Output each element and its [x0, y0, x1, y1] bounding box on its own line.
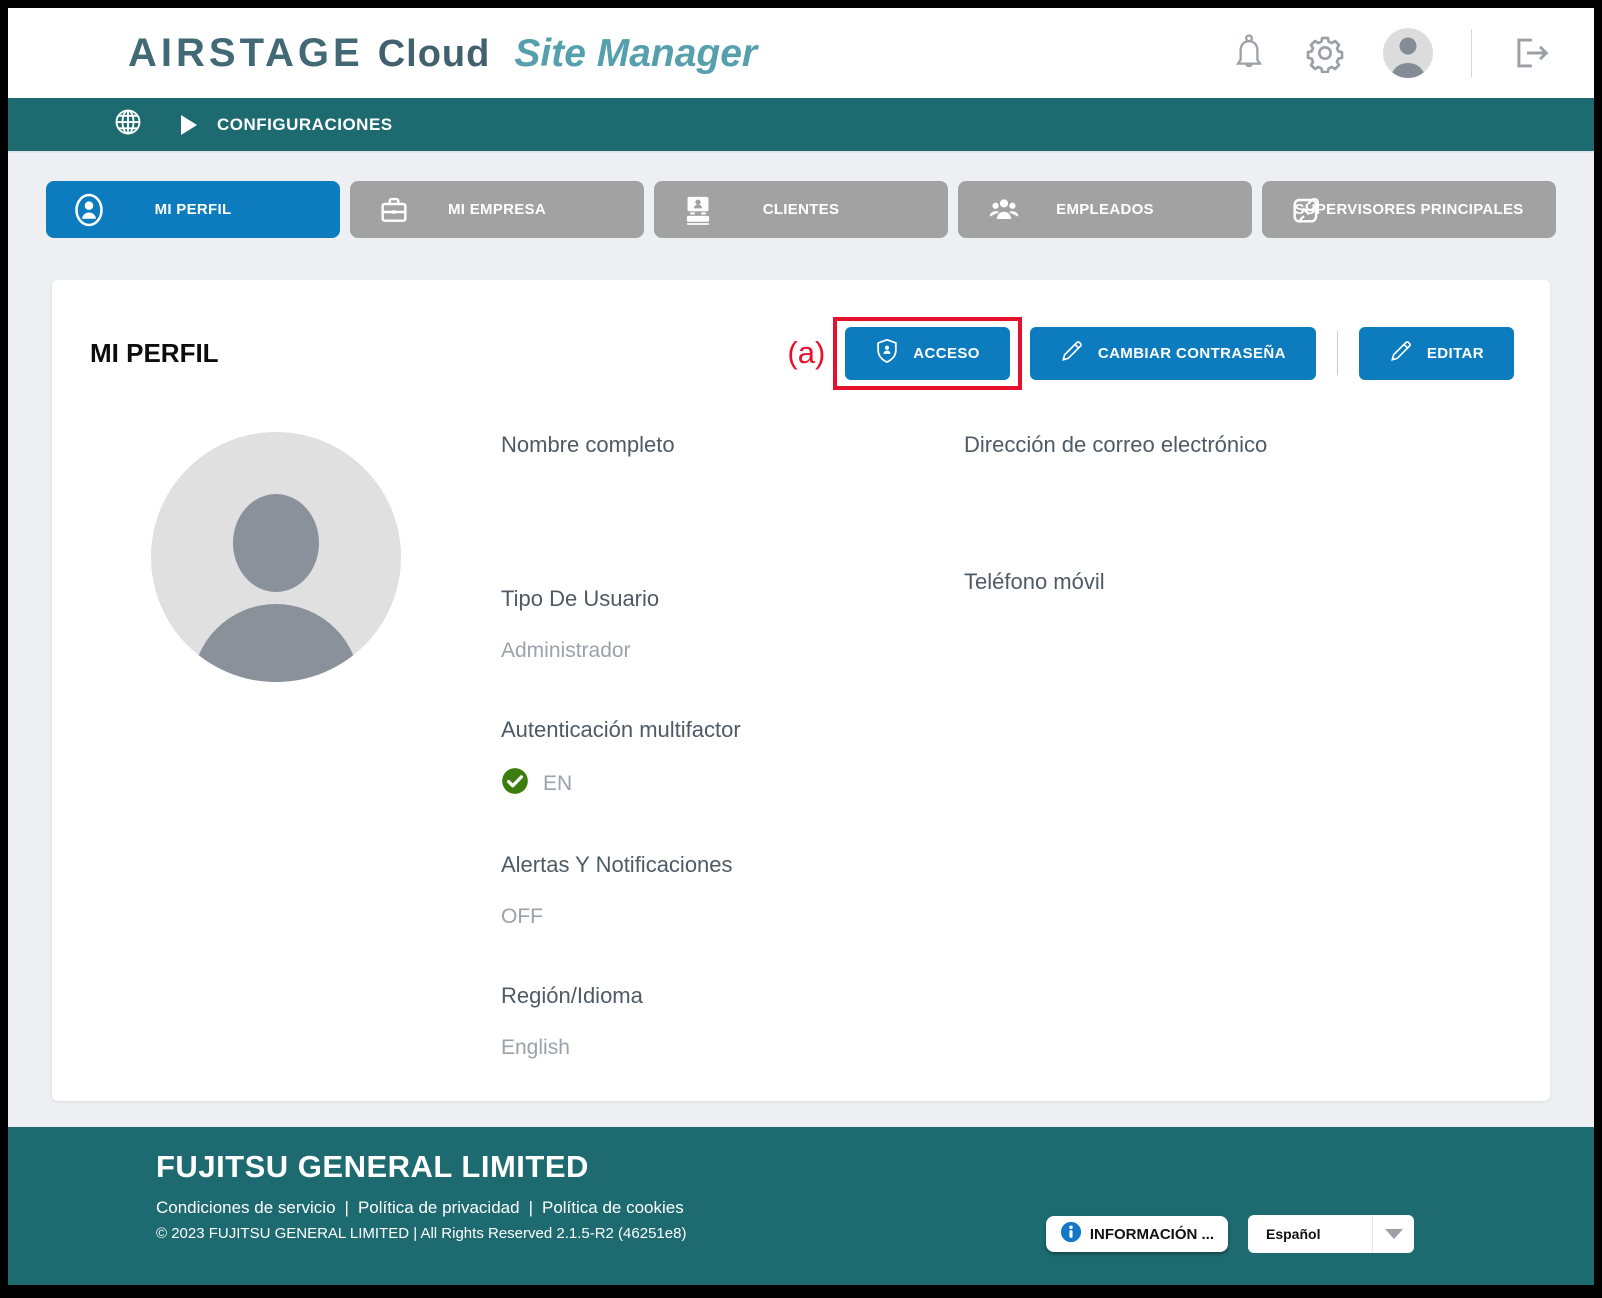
alerts-value: OFF: [501, 905, 964, 929]
access-button-highlight-box: ACCESO: [833, 317, 1022, 390]
avatar-shoulders-shape: [192, 604, 360, 682]
user-avatar[interactable]: [1383, 28, 1433, 78]
link-separator: |: [529, 1198, 533, 1218]
my-profile-card: MI PERFIL (a) ACCESO: [52, 280, 1550, 1101]
people-group-icon: [986, 195, 1022, 225]
actions-divider: [1337, 331, 1338, 375]
tab-label: MI EMPRESA: [448, 201, 546, 218]
information-button[interactable]: INFORMACIÓN ...: [1046, 1216, 1228, 1252]
header-divider: [1471, 29, 1472, 77]
full-name-label: Nombre completo: [501, 432, 964, 458]
annotation-a-label: (a): [787, 335, 825, 371]
user-type-label: Tipo De Usuario: [501, 586, 964, 612]
terms-of-service-link[interactable]: Condiciones de servicio: [156, 1198, 336, 1218]
link-separator: |: [345, 1198, 349, 1218]
chevron-down-icon: [1372, 1215, 1414, 1253]
profile-fields-left-column: Nombre completo Tipo De Usuario Administ…: [501, 432, 964, 1060]
person-circle-icon: [74, 193, 104, 227]
site-manager-window: AIRSTAGE Cloud Site Manager: [0, 0, 1602, 1298]
access-button-label: ACCESO: [913, 345, 980, 362]
settings-gear-icon[interactable]: [1305, 33, 1345, 73]
tab-label: SUPERVISORES PRINCIPALES: [1294, 201, 1523, 218]
tab-label: MI PERFIL: [155, 201, 232, 218]
region-language-label: Región/Idioma: [501, 983, 964, 1009]
id-card-icon: [682, 193, 714, 227]
tab-label: CLIENTES: [763, 201, 840, 218]
profile-avatar-placeholder: [151, 432, 401, 682]
link-icon: [1290, 194, 1322, 226]
change-password-button-label: CAMBIAR CONTRASEÑA: [1098, 345, 1286, 362]
app-header: AIRSTAGE Cloud Site Manager: [8, 8, 1594, 98]
check-circle-icon: [501, 767, 529, 800]
logo-cloud-text: Cloud: [378, 33, 491, 76]
tab-clientes[interactable]: CLIENTES: [654, 181, 948, 238]
footer-company-name: FUJITSU GENERAL LIMITED: [156, 1149, 1594, 1185]
tab-label: EMPLEADOS: [1056, 201, 1154, 218]
breadcrumb-arrow-icon: [181, 115, 197, 135]
breadcrumb-bar: CONFIGURACIONES: [8, 98, 1594, 153]
pencil-icon: [1060, 339, 1084, 367]
shield-icon: [875, 338, 899, 368]
privacy-policy-link[interactable]: Política de privacidad: [358, 1198, 520, 1218]
user-type-value: Administrador: [501, 639, 964, 663]
tab-supervisores-principales[interactable]: SUPERVISORES PRINCIPALES: [1262, 181, 1556, 238]
profile-fields-right-column: Dirección de correo electrónico Teléfono…: [964, 432, 1514, 1060]
mfa-label: Autenticación multifactor: [501, 717, 964, 743]
avatar-head-shape: [233, 494, 319, 592]
globe-icon[interactable]: [113, 107, 143, 142]
settings-tab-bar: MI PERFIL MI EMPRESA: [8, 153, 1594, 238]
region-language-value: English: [501, 1036, 964, 1060]
alerts-label: Alertas Y Notificaciones: [501, 852, 964, 878]
tab-mi-empresa[interactable]: MI EMPRESA: [350, 181, 644, 238]
page-footer: FUJITSU GENERAL LIMITED Condiciones de s…: [8, 1127, 1594, 1285]
access-button[interactable]: ACCESO: [845, 327, 1010, 380]
change-password-button[interactable]: CAMBIAR CONTRASEÑA: [1030, 327, 1316, 380]
edit-button-label: EDITAR: [1427, 345, 1484, 362]
information-button-label: INFORMACIÓN ...: [1090, 1226, 1214, 1243]
notifications-icon[interactable]: [1231, 33, 1267, 73]
edit-button[interactable]: EDITAR: [1359, 327, 1514, 380]
breadcrumb: CONFIGURACIONES: [217, 115, 393, 135]
info-icon: [1060, 1221, 1082, 1247]
mfa-value: EN: [543, 772, 572, 796]
page-title: MI PERFIL: [90, 338, 219, 369]
tab-mi-perfil[interactable]: MI PERFIL: [46, 181, 340, 238]
language-dropdown[interactable]: Español: [1248, 1215, 1414, 1253]
airstage-cloud-logo: AIRSTAGE Cloud Site Manager: [128, 31, 757, 76]
logo-airstage-text: AIRSTAGE: [128, 31, 364, 76]
tab-empleados[interactable]: EMPLEADOS: [958, 181, 1252, 238]
mobile-phone-label: Teléfono móvil: [964, 569, 1514, 595]
email-label: Dirección de correo electrónico: [964, 432, 1514, 458]
briefcase-icon: [378, 194, 410, 226]
logo-site-manager-text: Site Manager: [514, 32, 757, 76]
logout-icon[interactable]: [1510, 33, 1552, 73]
cookie-policy-link[interactable]: Política de cookies: [542, 1198, 684, 1218]
language-selected-value: Español: [1248, 1226, 1372, 1242]
pencil-icon: [1389, 339, 1413, 367]
